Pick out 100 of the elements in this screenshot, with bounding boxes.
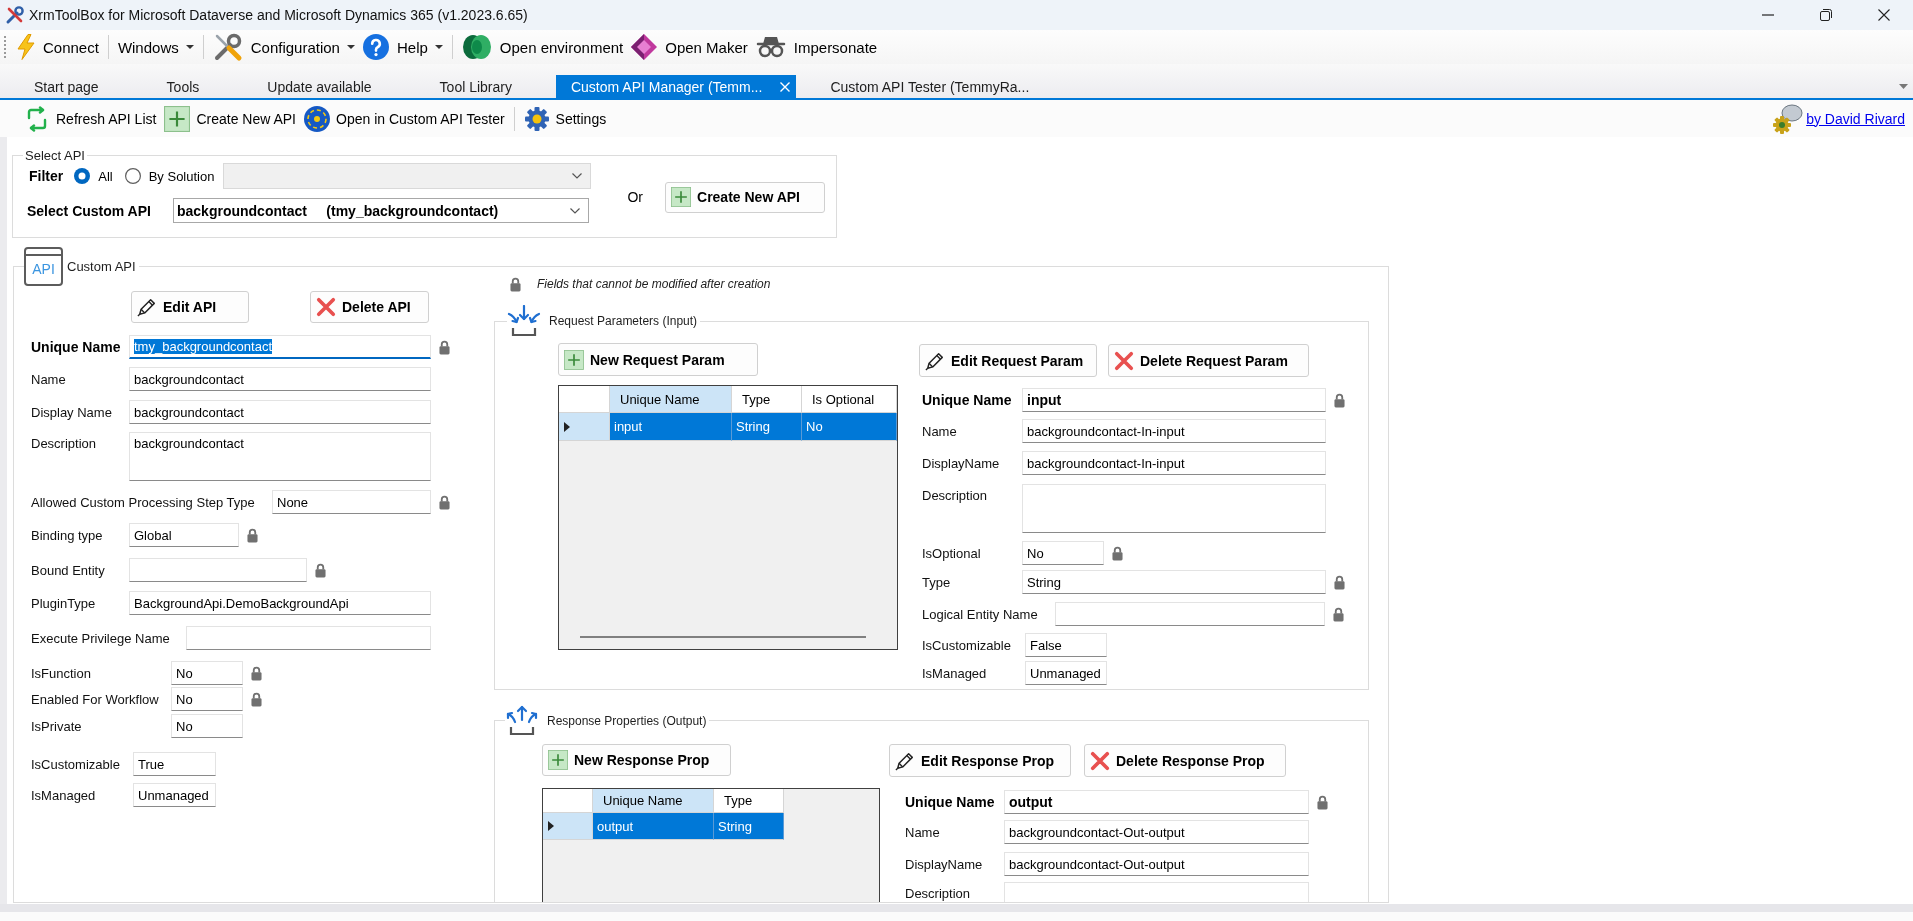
- edit-button[interactable]: Edit Response Prop: [889, 744, 1071, 777]
- field-label: IsManaged: [31, 787, 97, 803]
- tools-icon[interactable]: [212, 32, 243, 62]
- spy-icon[interactable]: [755, 35, 786, 59]
- help-icon[interactable]: [362, 34, 389, 60]
- row-header[interactable]: [559, 413, 610, 441]
- edit-button[interactable]: Edit API: [131, 291, 249, 323]
- text-field[interactable]: String: [1022, 570, 1326, 594]
- toolbar-button[interactable]: Open in Custom API Tester: [300, 103, 509, 134]
- toolbar-button[interactable]: Open environment: [457, 32, 628, 62]
- field-label: Allowed Custom Processing Step Type: [31, 494, 256, 510]
- field-label: Filter: [29, 168, 64, 184]
- field-label: PluginType: [31, 595, 97, 611]
- text-field[interactable]: [129, 558, 307, 582]
- new-button[interactable]: New Request Param: [558, 343, 758, 376]
- row-header[interactable]: [543, 813, 593, 840]
- icon-text: API: [32, 261, 55, 277]
- toolbar-button[interactable]: Create New API: [160, 103, 300, 134]
- radio-icon[interactable]: [124, 168, 141, 184]
- text-field[interactable]: [1055, 602, 1325, 626]
- radio-button[interactable]: By Solution: [124, 168, 215, 184]
- text-field[interactable]: backgroundcontact-Out-output: [1004, 852, 1309, 876]
- delete-button[interactable]: Delete API: [310, 291, 429, 323]
- plus-icon[interactable]: [164, 105, 191, 132]
- menu-button[interactable]: Help: [358, 32, 447, 62]
- text-field[interactable]: None: [272, 490, 431, 514]
- radio-button[interactable]: All: [74, 168, 113, 184]
- tab[interactable]: Custom API Manager (Temm...: [555, 75, 797, 98]
- field-label: Unique Name: [922, 392, 1013, 408]
- rings-icon[interactable]: [461, 34, 492, 60]
- caret-icon[interactable]: [185, 45, 194, 49]
- text-field[interactable]: output: [1004, 790, 1309, 814]
- text-field[interactable]: backgroundcontact-In-input: [1022, 419, 1326, 443]
- delete-button[interactable]: Delete Request Param: [1108, 344, 1309, 377]
- column-header[interactable]: Type: [714, 789, 784, 813]
- column-header[interactable]: Unique Name: [593, 789, 714, 813]
- tab[interactable]: Start page: [0, 75, 133, 98]
- text-field[interactable]: Global: [129, 523, 239, 547]
- scrollbar-thumb[interactable]: [580, 636, 866, 638]
- settings-icon[interactable]: [523, 105, 550, 132]
- text-field[interactable]: BackgroundApi.DemoBackgroundApi: [129, 591, 431, 615]
- toolbar-button[interactable]: Open Maker: [627, 32, 752, 62]
- field-label: Display Name: [31, 404, 113, 420]
- text-field[interactable]: backgroundcontact: [129, 367, 431, 391]
- text-field[interactable]: [1022, 484, 1326, 533]
- text-field[interactable]: input: [1022, 388, 1326, 412]
- text-field[interactable]: backgroundcontact: [129, 400, 431, 424]
- logo-icon[interactable]: [304, 105, 330, 132]
- table-row[interactable]: output String: [543, 813, 784, 840]
- column-header[interactable]: Type: [732, 386, 802, 413]
- text-field[interactable]: No: [171, 661, 243, 685]
- field-label: Description: [31, 435, 98, 451]
- toolbar-button[interactable]: Impersonate: [751, 32, 882, 62]
- tab[interactable]: Custom API Tester (TemmyRa...: [796, 75, 1064, 98]
- table-row[interactable]: input String No: [559, 413, 897, 441]
- text-field[interactable]: backgroundcontact-Out-output: [1004, 820, 1309, 844]
- column-header[interactable]: Is Optional: [802, 386, 897, 413]
- text-field[interactable]: No: [1022, 541, 1104, 565]
- delete-button[interactable]: Delete Response Prop: [1084, 744, 1286, 777]
- group-title: Request Parameters (Input): [549, 314, 698, 328]
- text-field[interactable]: No: [171, 687, 243, 711]
- field-label: DisplayName: [922, 455, 1001, 471]
- text-field[interactable]: [186, 626, 431, 650]
- data-grid[interactable]: Unique Name Type Is Optional input String No: [558, 385, 898, 650]
- edit-button[interactable]: Edit Request Param: [919, 344, 1097, 377]
- tab[interactable]: Update available: [233, 75, 406, 98]
- radio-icon[interactable]: [74, 168, 91, 184]
- tab[interactable]: Tool Library: [405, 75, 546, 98]
- cross-icon: [1090, 750, 1110, 771]
- toolbar-button[interactable]: Connect: [13, 32, 103, 62]
- text-field[interactable]: backgroundcontact: [129, 432, 431, 481]
- text-field[interactable]: Unmanaged: [1025, 661, 1107, 685]
- chevron-icon[interactable]: [570, 207, 580, 214]
- group-title: Response Properties (Output): [547, 713, 707, 728]
- close-icon[interactable]: [780, 81, 791, 92]
- new-button[interactable]: New Response Prop: [542, 744, 731, 776]
- field-label: Name: [922, 423, 958, 439]
- text-field[interactable]: tmy_backgroundcontact: [129, 335, 431, 359]
- gear-cloud-icon: [1771, 102, 1804, 135]
- text-field[interactable]: True: [133, 752, 216, 776]
- text-field[interactable]: No: [171, 714, 243, 738]
- text-field[interactable]: Unmanaged: [133, 783, 216, 807]
- pointer-icon: [564, 421, 570, 432]
- text-field[interactable]: backgroundcontact-In-input: [1022, 451, 1326, 475]
- author-link[interactable]: by David Rivard: [1806, 110, 1905, 127]
- toolbar-button[interactable]: Settings: [519, 103, 611, 134]
- create-button[interactable]: Create New API: [665, 181, 825, 213]
- text-field[interactable]: False: [1025, 633, 1107, 657]
- caret-icon[interactable]: [434, 45, 443, 49]
- column-header[interactable]: Unique Name: [610, 386, 732, 413]
- dropdown[interactable]: backgroundcontact (tmy_backgroundcontact): [173, 198, 589, 223]
- menu-button[interactable]: Windows: [113, 32, 198, 62]
- toolbar-button[interactable]: Refresh API List: [20, 103, 161, 134]
- diamond-icon[interactable]: [631, 34, 658, 60]
- caret-icon[interactable]: [346, 45, 355, 49]
- field-label: Binding type: [31, 527, 104, 543]
- menu-button[interactable]: Configuration: [208, 32, 359, 62]
- data-grid[interactable]: Unique Name Type output String: [542, 788, 880, 902]
- tab[interactable]: Tools: [132, 75, 234, 98]
- field-label: Description: [905, 885, 972, 901]
